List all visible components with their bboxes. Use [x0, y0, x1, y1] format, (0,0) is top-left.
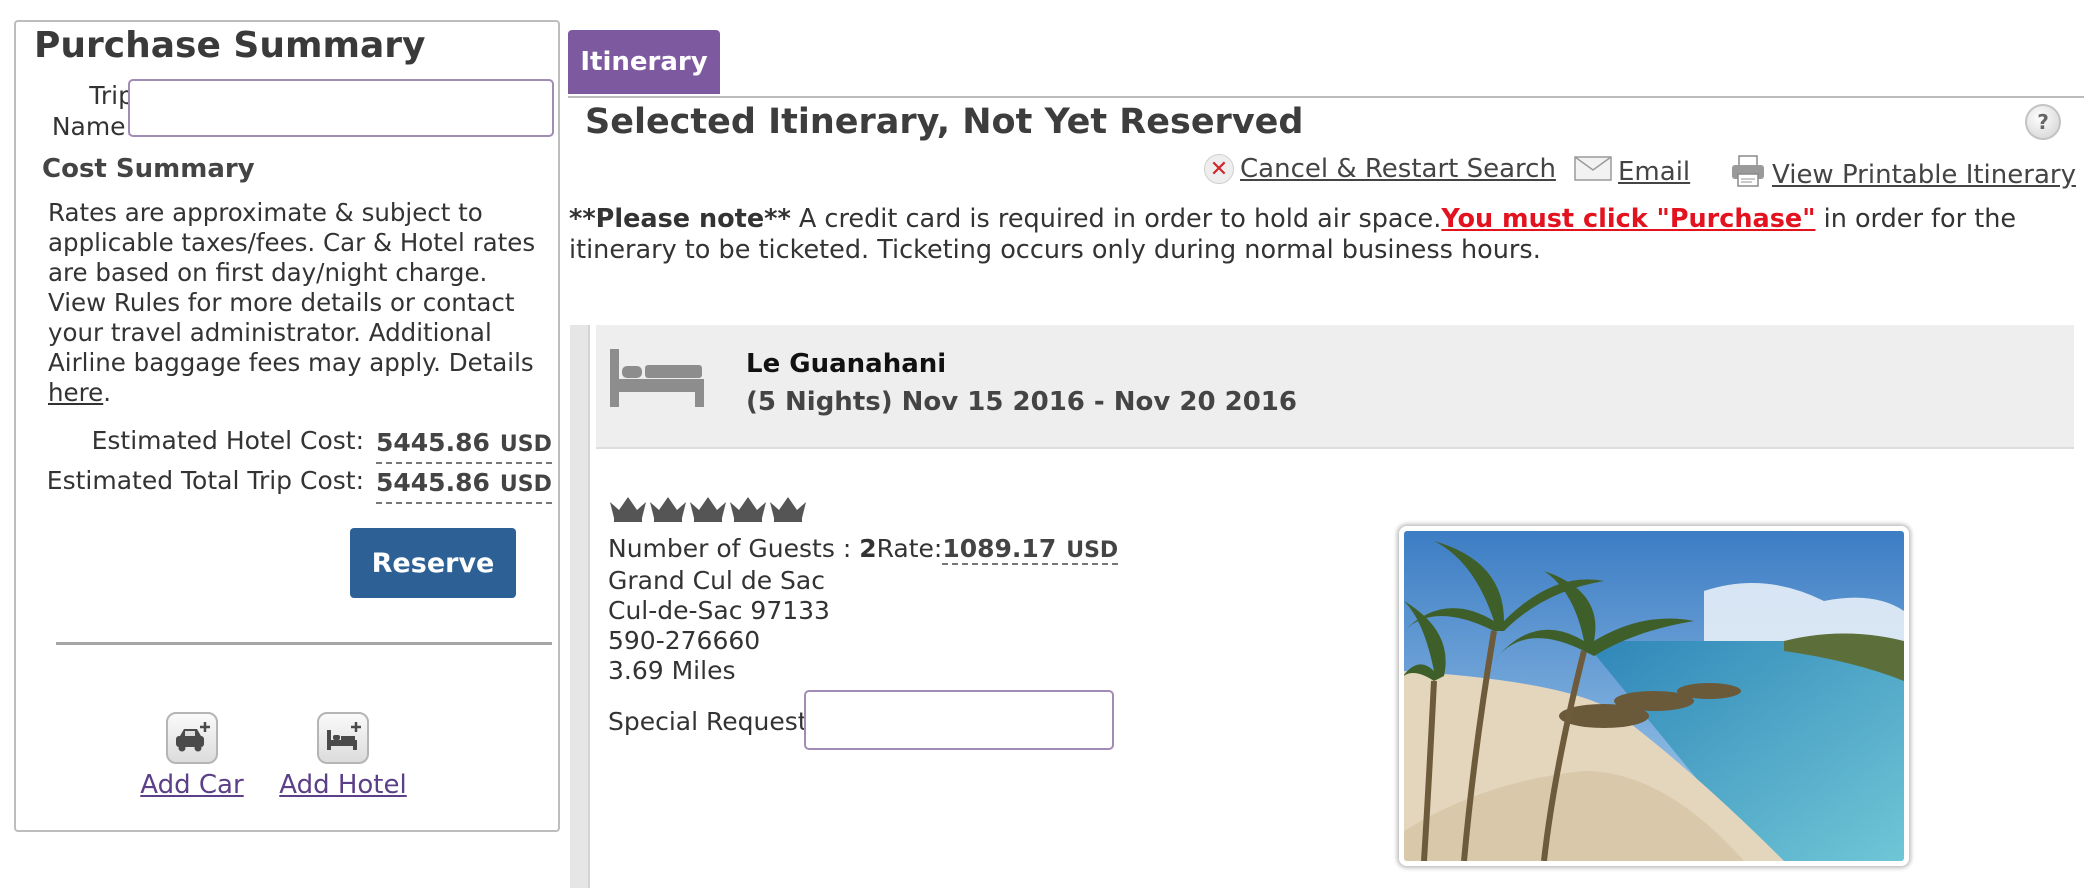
total-cost-amount: 5445.86: [376, 468, 490, 497]
car-plus-icon[interactable]: [166, 712, 218, 764]
hotel-cost-label: Estimated Hotel Cost:: [91, 426, 364, 455]
hotel-cost-value: 5445.86 USD: [376, 426, 552, 464]
crown-star-icon: [688, 494, 728, 528]
trip-name-input[interactable]: [128, 79, 554, 137]
add-hotel-link[interactable]: Add Hotel: [279, 770, 406, 800]
bed-icon: [608, 345, 708, 415]
email-link[interactable]: Email: [1618, 157, 1690, 187]
page-title: Selected Itinerary, Not Yet Reserved: [585, 102, 1304, 142]
x-icon[interactable]: ✕: [1204, 154, 1234, 184]
hotel-dates: (5 Nights) Nov 15 2016 - Nov 20 2016: [746, 387, 1297, 417]
cancel-restart-link[interactable]: Cancel & Restart Search: [1240, 154, 1556, 184]
total-cost-label: Estimated Total Trip Cost:: [46, 466, 364, 495]
cost-summary-title: Cost Summary: [42, 154, 255, 184]
rate-label: Rate:: [876, 534, 943, 563]
print-itinerary-link[interactable]: View Printable Itinerary: [1772, 160, 2076, 190]
rate-currency: USD: [1066, 538, 1119, 563]
hotel-phone: 590-276660: [608, 626, 761, 655]
hotel-address-line-1: Grand Cul de Sac: [608, 566, 825, 595]
printer-icon[interactable]: [1730, 154, 1766, 195]
envelope-icon[interactable]: [1574, 154, 1612, 189]
note-text-1: A credit card is required in order to ho…: [790, 204, 1442, 234]
crown-star-icon: [648, 494, 688, 528]
total-cost-currency: USD: [499, 472, 552, 497]
purchase-note: **Please note** A credit card is require…: [569, 204, 2069, 266]
cost-note-end: .: [103, 378, 112, 407]
total-cost-row: Estimated Total Trip Cost: 5445.86 USD: [36, 466, 552, 504]
guests-value: 2: [859, 534, 877, 563]
print-action[interactable]: View Printable Itinerary: [1730, 154, 2076, 195]
hotel-cost-row: Estimated Hotel Cost: 5445.86 USD: [36, 426, 552, 464]
bed-plus-icon[interactable]: [317, 712, 369, 764]
hotel-cost-amount: 5445.86: [376, 428, 490, 457]
trip-name-label: Trip Name:: [51, 81, 134, 141]
cost-note: Rates are approximate & subject to appli…: [48, 198, 548, 408]
guests-label: Number of Guests :: [608, 534, 860, 563]
note-bold-prefix: **Please note**: [569, 204, 791, 234]
total-cost-value: 5445.86 USD: [376, 466, 552, 504]
cost-note-text: Rates are approximate & subject to appli…: [48, 198, 536, 377]
cancel-restart-action[interactable]: ✕ Cancel & Restart Search: [1204, 154, 1556, 184]
add-hotel[interactable]: Add Hotel: [273, 712, 413, 800]
hotel-name: Le Guanahani: [746, 349, 947, 379]
crown-star-icon: [768, 494, 808, 528]
details-here-link[interactable]: here: [48, 378, 103, 407]
add-car-link[interactable]: Add Car: [140, 770, 243, 800]
hotel-segment-bar: [570, 325, 590, 888]
email-action[interactable]: Email: [1574, 154, 1690, 189]
hotel-rating: [608, 494, 808, 528]
divider: [56, 642, 552, 645]
add-car[interactable]: Add Car: [122, 712, 262, 800]
purchase-summary-title: Purchase Summary: [34, 25, 426, 66]
crown-star-icon: [608, 494, 648, 528]
purchase-summary-panel: Purchase Summary Trip Name: Cost Summary…: [14, 20, 560, 832]
hotel-header: Le Guanahani (5 Nights) Nov 15 2016 - No…: [596, 325, 2074, 449]
rate-amount: 1089.17: [942, 534, 1057, 563]
tab-itinerary[interactable]: Itinerary: [568, 30, 720, 94]
rate-value: 1089.17 USD: [942, 534, 1119, 565]
hotel-photo: [1399, 526, 1909, 866]
hotel-distance: 3.69 Miles: [608, 656, 736, 685]
special-request-input[interactable]: [804, 690, 1114, 750]
crown-star-icon: [728, 494, 768, 528]
hotel-cost-currency: USD: [499, 432, 552, 457]
reserve-button[interactable]: Reserve: [350, 528, 516, 598]
hotel-details: Number of Guests : 2Rate:1089.17 USD Gran…: [608, 534, 1119, 686]
help-icon[interactable]: ?: [2025, 104, 2061, 140]
guests-rate-line: Number of Guests : 2Rate:1089.17 USD: [608, 534, 1119, 566]
hotel-address-line-2: Cul-de-Sac 97133: [608, 596, 830, 625]
special-request-label: Special Request:: [608, 707, 816, 736]
must-click-purchase-text: You must click "Purchase": [1441, 204, 1816, 234]
